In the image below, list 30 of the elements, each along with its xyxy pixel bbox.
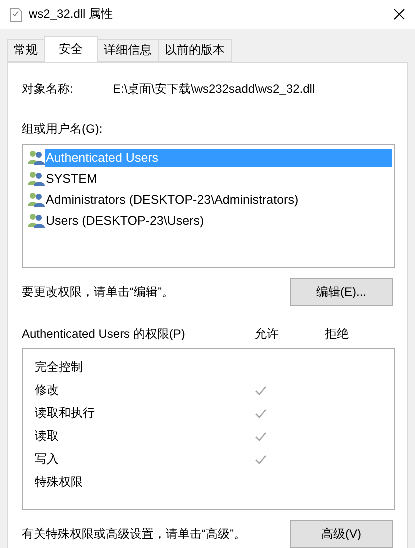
permission-name: 写入 (35, 451, 60, 468)
window-title: ws2_32.dll 属性 (29, 6, 114, 23)
column-header: 允许 (255, 326, 280, 340)
section-label: 组或用户名(G): (22, 122, 103, 136)
object-path: E:\桌面\安下载\ws232sadd\ws2_32.dll (113, 81, 316, 98)
user-item[interactable]: SYSTEM (45, 170, 98, 188)
advanced-button[interactable]: 高级(V) (290, 520, 393, 548)
column-header: 拒绝 (325, 326, 350, 340)
section-label: Authenticated Users 的权限(P) (22, 326, 186, 342)
user-item[interactable]: Users (DESKTOP-23\Users) (45, 212, 206, 230)
hint-text: 有关特殊权限或高级设置，请单击“高级”。 (22, 526, 246, 542)
hint-text: 要更改权限，请单击“编辑”。 (22, 284, 174, 300)
permission-name: 读取 (35, 428, 60, 445)
users-icon (28, 150, 45, 165)
tab[interactable]: 常规 (7, 39, 45, 62)
users-icon (28, 213, 45, 228)
edit-button[interactable]: 编辑(E)... (290, 278, 393, 306)
permission-name: 特殊权限 (35, 474, 84, 491)
file-icon (10, 8, 22, 22)
tab[interactable]: 安全 (44, 36, 98, 62)
close-icon[interactable] (394, 9, 405, 20)
tab[interactable]: 以前的版本 (158, 39, 232, 62)
field-label: 对象名称: (22, 81, 74, 98)
tab[interactable]: 详细信息 (97, 39, 159, 62)
permission-name: 完全控制 (35, 359, 84, 376)
permission-name: 修改 (35, 382, 60, 399)
user-item[interactable]: Administrators (DESKTOP-23\Administrators) (45, 190, 300, 208)
users-icon (28, 171, 45, 186)
permission-name: 读取和执行 (35, 405, 96, 422)
users-icon (28, 192, 45, 207)
